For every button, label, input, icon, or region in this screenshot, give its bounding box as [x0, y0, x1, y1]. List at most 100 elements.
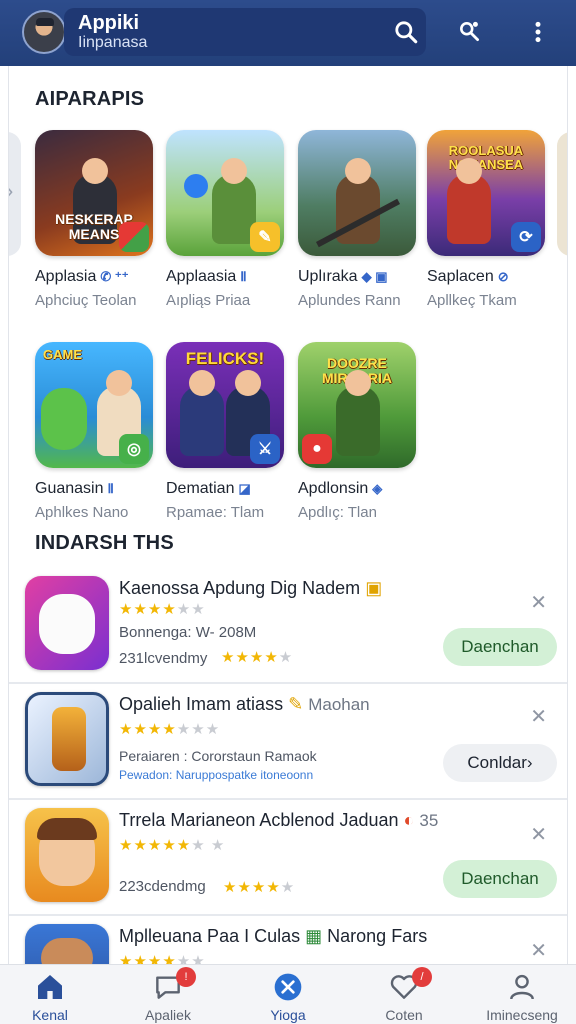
home-icon [38, 975, 62, 999]
nav-apaliek[interactable]: ! Apaliek [118, 965, 218, 1024]
app-card[interactable]: Uplıraka ◆ ▣ Aplundes Rann [298, 130, 420, 309]
pencil-badge-icon: ✎ [250, 222, 280, 252]
app-card[interactable]: ROOLASUA NOKANSEA ⟳ Saplacen ⊘ Apllkeç Tk… [427, 130, 549, 309]
app-name: Uplıraka ◆ ▣ [298, 268, 388, 285]
nav-label: Yioga [270, 1007, 306, 1023]
app-tag-icon: ✆ ⁺⁺ [100, 269, 129, 284]
art-banner: GAME [43, 347, 82, 362]
app-developer: Aphlkes Nano [35, 504, 129, 521]
notification-badge: ! [176, 967, 196, 987]
list-item[interactable]: Kaenossa Apdung Dig Nadem ▣ ★★★★★★ Bonne… [9, 568, 567, 684]
content-panel: AIPARAPIS NESKERAP MEANS Applasia✆ ⁺⁺ Ap… [8, 66, 568, 964]
app-developer: Aplundes Rann [298, 292, 401, 309]
rating-stars: ★★★★★★★ [119, 721, 221, 738]
app-developer: Aıpliąs Priaa [166, 292, 251, 309]
list-section-title: INDARSH THS [35, 532, 174, 554]
app-card-art [298, 130, 416, 256]
app-tag-icon: Ⅱ [107, 481, 114, 496]
list-item-title: Opalieh Imam atiass ✎ Maohan [119, 694, 370, 714]
character-hair [37, 818, 97, 840]
person-search-icon[interactable] [452, 14, 488, 50]
app-icon [25, 692, 109, 786]
nav-label: Apaliek [145, 1007, 191, 1023]
app-name: Saplacen ⊘ [427, 268, 509, 285]
close-icon[interactable]: ✕ [530, 822, 547, 847]
nav-profile[interactable]: Iminecseng [472, 965, 572, 1024]
app-card-art: FELICKS! ⚔ [166, 342, 284, 468]
hero-figure [447, 158, 491, 244]
mascot-figure [39, 594, 95, 654]
app-root: Appiki Iinpanasa AIPARAPIS NESKERAP MEAN… [0, 0, 576, 1024]
list-item-downloads: 223cdendmg [119, 878, 206, 895]
lantern-figure [52, 707, 86, 771]
user-avatar[interactable] [22, 10, 66, 54]
art-banner: FELICKS! [185, 349, 265, 368]
play-badge-icon [119, 222, 149, 252]
nav-label: Iminecseng [486, 1007, 558, 1023]
app-card[interactable]: ✎ Applaasia Ⅱ Aıpliąs Priaa [166, 130, 288, 309]
rating-stars: ★★★★★★ [119, 953, 206, 964]
app-developer: Aphciuç Teolan [35, 292, 137, 309]
app-tag-icon: ◈ [372, 481, 383, 496]
app-card[interactable]: FELICKS! ⚔ Dematian ◪ Rpamae: Tlam [166, 342, 288, 521]
app-card-art: GAME ◎ [35, 342, 153, 468]
profile-icon [510, 974, 534, 1000]
app-card[interactable]: NESKERAP MEANS Applasia ✆ ⁺⁺ Aphciuç Teol… [35, 130, 157, 309]
notification-badge: / [412, 967, 432, 987]
app-tag-icon: ◆ ▣ [361, 269, 388, 284]
scroll-right-peek[interactable] [557, 132, 567, 256]
app-card[interactable]: GAME ◎ Guanasin Ⅱ Aphlkes Nano [35, 342, 157, 521]
continue-button[interactable]: Conldar› [443, 744, 557, 782]
apps-circle-icon [274, 973, 302, 1001]
ball-shape [184, 174, 208, 198]
nav-yioga[interactable]: Yioga [238, 965, 338, 1024]
nav-home[interactable]: Kenal [0, 965, 100, 1024]
hero-figure [336, 370, 380, 456]
close-icon[interactable]: ✕ [530, 590, 547, 615]
close-icon[interactable]: ✕ [530, 704, 547, 729]
rating-stars-secondary: ★★★★★ [221, 649, 294, 666]
app-name: Apdlonsin ◈ [298, 480, 383, 497]
character-face [41, 938, 93, 964]
rating-stars: ★★★★★★ [119, 601, 206, 618]
app-card-art: ✎ [166, 130, 284, 256]
app-icon [25, 924, 109, 964]
art-banner: ROOLASUA NOKANSEA [448, 143, 524, 172]
search-icon[interactable] [388, 14, 424, 50]
close-icon[interactable]: ✕ [530, 938, 547, 963]
install-button[interactable]: Daenchan [443, 860, 557, 898]
app-title: Appiki [78, 12, 140, 34]
app-tag-icon: ◪ [238, 481, 251, 496]
apps-section-title: AIPARAPIS [35, 88, 145, 110]
rating-stars: ★★★★★★ ★ [119, 837, 226, 854]
app-name: Applaasia Ⅱ [166, 268, 247, 285]
app-card-art: ROOLASUA NOKANSEA ⟳ [427, 130, 545, 256]
scroll-left-peek[interactable] [9, 132, 21, 256]
app-name: Guanasin Ⅱ [35, 480, 114, 497]
bottom-navigation: Kenal ! Apaliek Yioga / Coten Iminecseng [0, 964, 576, 1024]
app-tag-icon: Ⅱ [240, 269, 247, 284]
app-card[interactable]: DOOZRE MIRARRIA ● Apdlonsin◈ Apdlıç: Tla… [298, 342, 420, 521]
rating-stars-secondary: ★★★★★ [223, 879, 296, 896]
list-item-title: Trrela Marianeon Acblenod Jaduan ◐ 35 [119, 810, 439, 830]
app-tag-icon: ⊘ [497, 269, 509, 284]
list-item-downloads: 231lcvendmy [119, 650, 208, 667]
more-vertical-icon[interactable] [520, 14, 556, 50]
list-item-title: Mplleuana Paa I Culas ▦ Narong Fars [119, 926, 428, 946]
app-icon [25, 808, 109, 902]
nav-coten[interactable]: / Coten [354, 965, 454, 1024]
list-item-title: Kaenossa Apdung Dig Nadem ▣ [119, 578, 383, 598]
list-item[interactable]: Trrela Marianeon Acblenod Jaduan ◐ 35 ★★… [9, 800, 567, 916]
app-card-art: NESKERAP MEANS [35, 130, 153, 256]
list-item[interactable]: Mplleuana Paa I Culas ▦ Narong Fars ★★★★… [9, 916, 567, 964]
list-item-submeta: Pewadon: Naruppospatke itoneoonn [119, 768, 314, 782]
refresh-badge-icon: ⟳ [511, 222, 541, 252]
nav-label: Kenal [32, 1007, 68, 1023]
vs-badge-icon: ⚔ [250, 434, 280, 464]
target-badge-icon: ◎ [119, 434, 149, 464]
app-name: Applasia ✆ ⁺⁺ [35, 268, 129, 285]
app-developer: Apllkeç Tkam [427, 292, 517, 309]
list-item[interactable]: Opalieh Imam atiass ✎ Maohan ★★★★★★★ Per… [9, 684, 567, 800]
install-button[interactable]: Daenchan [443, 628, 557, 666]
hero-figure [180, 370, 224, 456]
